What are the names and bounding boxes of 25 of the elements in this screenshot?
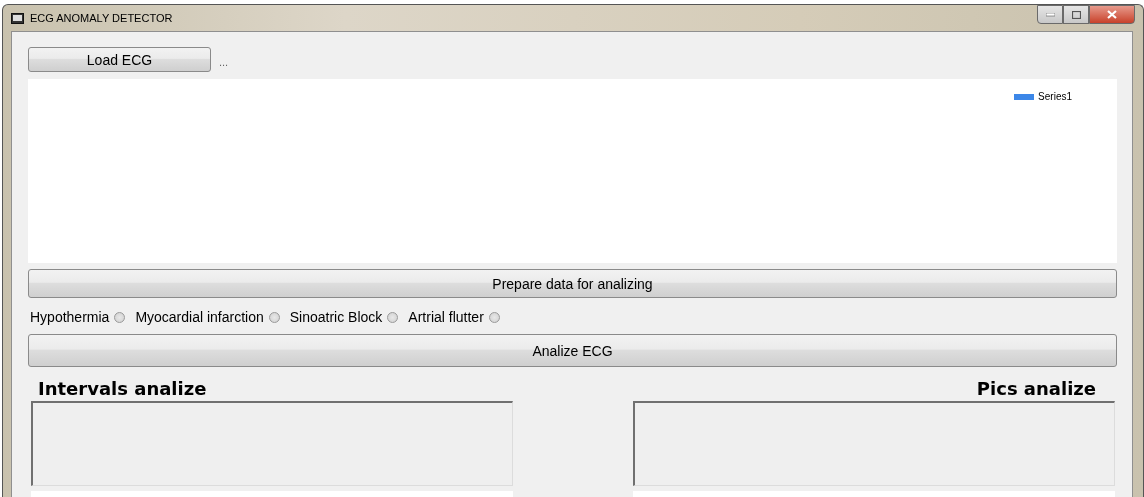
section-heading: Intervals analize [38, 378, 207, 399]
legend-label: Series1 [1038, 91, 1072, 102]
maximize-icon [1071, 10, 1081, 19]
minimize-button[interactable] [1037, 5, 1063, 24]
load-ecg-button[interactable]: Load ECG [28, 47, 211, 72]
radio-button[interactable] [387, 311, 399, 323]
radio-button[interactable] [268, 311, 280, 323]
radio-label: Artrial flutter [408, 309, 484, 325]
maximize-button[interactable] [1063, 5, 1089, 24]
radio-label: Hypothermia [30, 309, 110, 325]
prepare-data-button[interactable]: Prepare data for analizing [28, 269, 1117, 298]
radio-button[interactable] [488, 311, 500, 323]
section-heading: Pics analize [976, 378, 1096, 399]
close-icon [1107, 10, 1117, 19]
file-name-label: ... [219, 54, 229, 68]
radio-label: Myocardial infarction [135, 309, 264, 325]
radio-button[interactable] [114, 311, 126, 323]
window-title: ECG ANOMALY DETECTOR [30, 12, 174, 24]
text-area[interactable] [633, 401, 1115, 486]
minimize-icon [1045, 12, 1055, 17]
analyze-ecg-button[interactable]: Analize ECG [28, 334, 1117, 367]
radio-label: Sinoatric Block [289, 309, 383, 325]
text-area[interactable] [31, 401, 513, 486]
app-icon [11, 12, 24, 24]
close-button[interactable] [1089, 5, 1135, 24]
